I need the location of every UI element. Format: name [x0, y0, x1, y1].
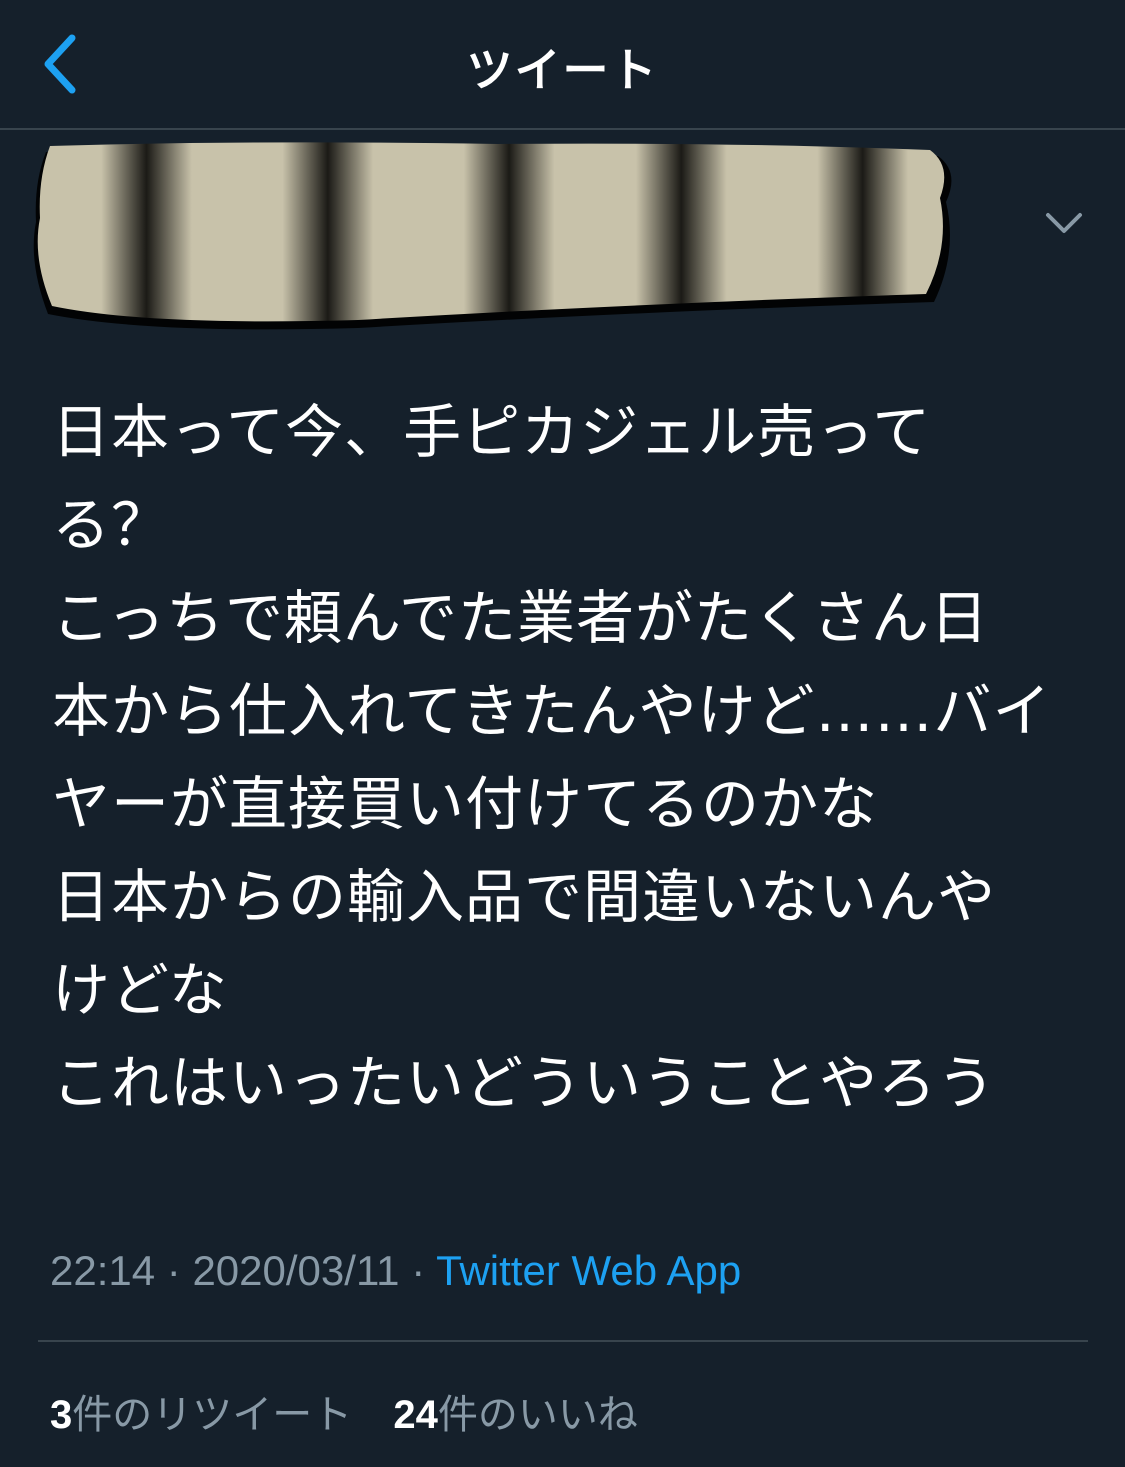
top-bar: ツイート	[0, 0, 1125, 130]
meta-separator: ·	[411, 1247, 426, 1294]
page-title: ツイート	[466, 43, 659, 97]
divider	[38, 1340, 1088, 1342]
chevron-down-icon	[1046, 213, 1082, 233]
retweets-stat[interactable]: 3件のリツイート	[50, 1382, 352, 1440]
meta-separator: ·	[166, 1247, 181, 1294]
tweet-text-line: 日本って今、手ピカジェル売って	[52, 398, 932, 466]
tweet-time: 22:14	[50, 1247, 156, 1294]
tweet-text-line: これはいったいどういうことやろう	[52, 1049, 997, 1117]
likes-count: 24	[393, 1393, 438, 1437]
redacted-author-scribble	[33, 142, 952, 330]
tweet-text-line: こっちで頼んでた業者がたくさん日	[52, 584, 990, 652]
likes-stat[interactable]: 24件のいいね	[393, 1382, 638, 1440]
tweet-stats: 3件のリツイート 24件のいいね	[50, 1382, 668, 1440]
more-options-button[interactable]	[1038, 200, 1090, 246]
tweet-text-line: る？	[52, 491, 171, 559]
tweet-source-link[interactable]: Twitter Web App	[436, 1247, 741, 1294]
tweet-text-line: けどな	[52, 956, 228, 1024]
tweet-text-line: 日本からの輸入品で間違いないんや	[52, 863, 997, 931]
tweet-text-line: 本から仕入れてきたんやけど……バイ	[52, 677, 1052, 745]
retweets-count: 3	[50, 1393, 73, 1437]
tweet-text-line: ヤーが直接買い付けてるのかな	[52, 770, 879, 838]
tweet-metadata: 22:14 · 2020/03/11 · Twitter Web App	[50, 1247, 741, 1295]
retweets-label: 件のリツイート	[72, 1393, 353, 1437]
tweet-date: 2020/03/11	[192, 1247, 400, 1294]
tweet-text: 日本って今、手ピカジェル売って る？ こっちで頼んでた業者がたくさん日 本から仕…	[52, 386, 1082, 1130]
likes-label: 件のいいね	[437, 1393, 638, 1437]
